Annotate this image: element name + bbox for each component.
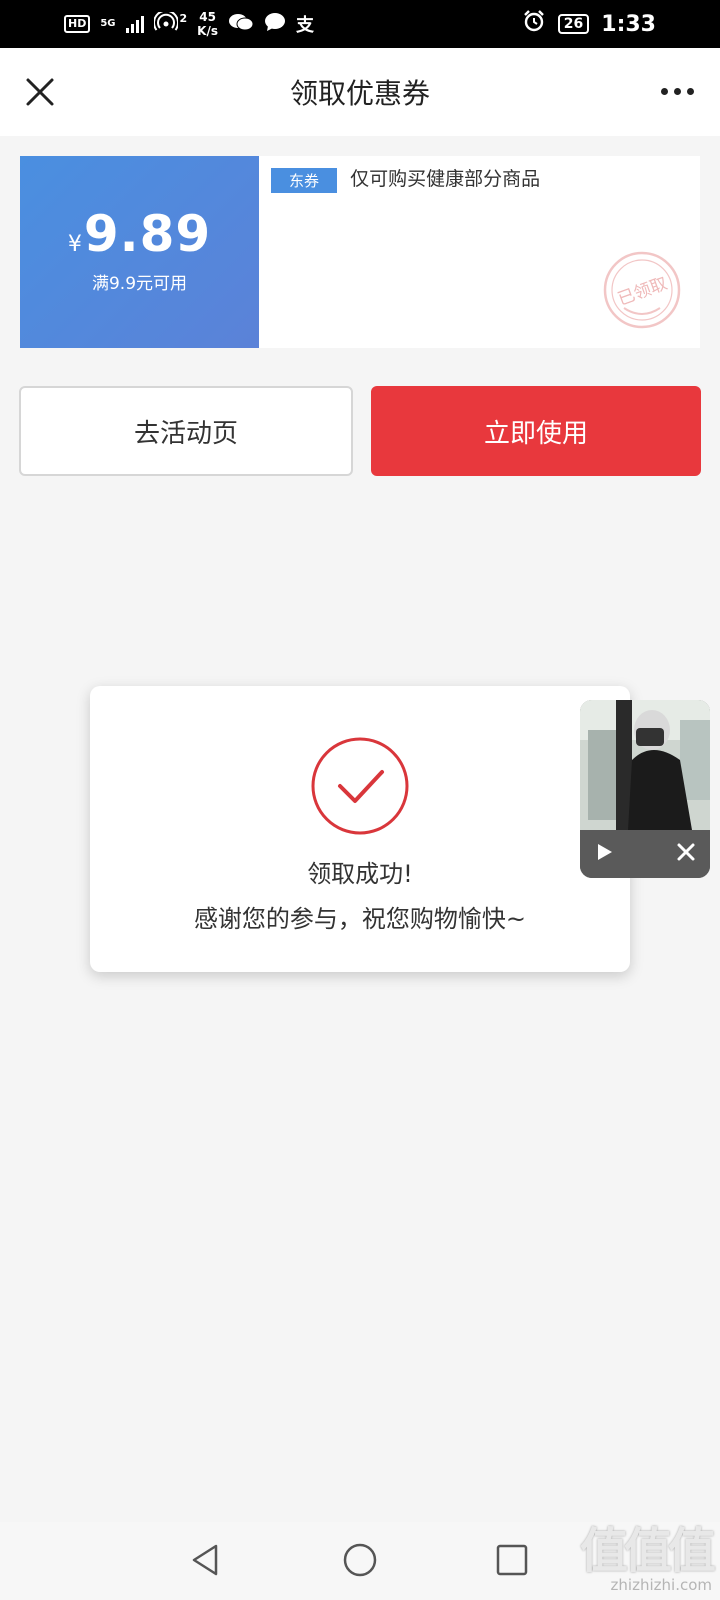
hotspot-count: 2 [179,12,188,25]
dialog-message: 感谢您的参与，祝您购物愉快~ [193,905,527,933]
coupon-scallop-edge [16,156,24,348]
coupon-currency: ¥ [67,231,82,257]
network-speed-value: 45 [199,10,216,24]
message-icon [264,12,286,36]
success-check-icon [310,736,410,836]
status-right: 26 1:33 [522,9,656,39]
coupon-card: ¥ 9.89 满9.9元可用 东券 仅可购买健康部分商品 已领取 [16,156,700,348]
svg-text:已领取: 已领取 [615,274,670,310]
hotspot-icon [152,9,179,36]
floating-video-player[interactable] [580,700,710,878]
navbar: 领取优惠券 [0,48,720,136]
coupon-value-panel: ¥ 9.89 满9.9元可用 [16,156,259,348]
signal-icon [125,15,144,33]
play-icon[interactable] [594,842,614,866]
page-title: 领取优惠券 [289,77,430,110]
more-icon[interactable] [661,88,694,95]
status-bar: HD 5G 2 45 K/s 支 26 1:33 [0,0,720,48]
coupon-description: 仅可购买健康部分商品 [350,168,541,190]
close-video-icon[interactable] [676,842,696,866]
go-activity-button[interactable]: 去活动页 [19,386,353,476]
video-thumbnail [580,700,710,830]
claimed-stamp-icon: 已领取 [602,250,682,330]
network-type: 5G [100,18,116,29]
watermark-logo: 值值值 [579,1523,716,1579]
dialog-title: 领取成功! [307,860,413,888]
coupon-amount: ¥ 9.89 [68,205,211,263]
coupon-value: 9.89 [83,204,212,263]
video-controls [580,830,710,878]
battery-icon: 26 [557,14,590,34]
watermark: 值值值 zhizhizhi.com [579,1523,716,1594]
alarm-icon [522,9,546,39]
network-speed-unit: K/s [197,24,218,38]
use-now-button[interactable]: 立即使用 [371,386,701,476]
wechat-icon [228,12,254,36]
coupon-condition: 满9.9元可用 [91,273,188,294]
status-left: HD 5G 2 45 K/s 支 [64,9,314,38]
network-speed: 45 K/s [197,10,218,38]
home-icon[interactable] [340,1540,380,1580]
coupon-tag: 东券 [271,168,338,193]
coupon-info-panel: 东券 仅可购买健康部分商品 已领取 [259,156,700,348]
close-icon[interactable] [22,74,58,110]
back-icon[interactable] [186,1540,226,1580]
hd-indicator: HD [64,15,91,33]
clock: 1:33 [601,11,656,37]
alipay-icon: 支 [296,15,314,36]
success-dialog: 领取成功! 感谢您的参与，祝您购物愉快~ [90,686,630,972]
system-nav-bar: 值值值 zhizhizhi.com [0,1522,720,1600]
recents-icon[interactable] [492,1540,532,1580]
